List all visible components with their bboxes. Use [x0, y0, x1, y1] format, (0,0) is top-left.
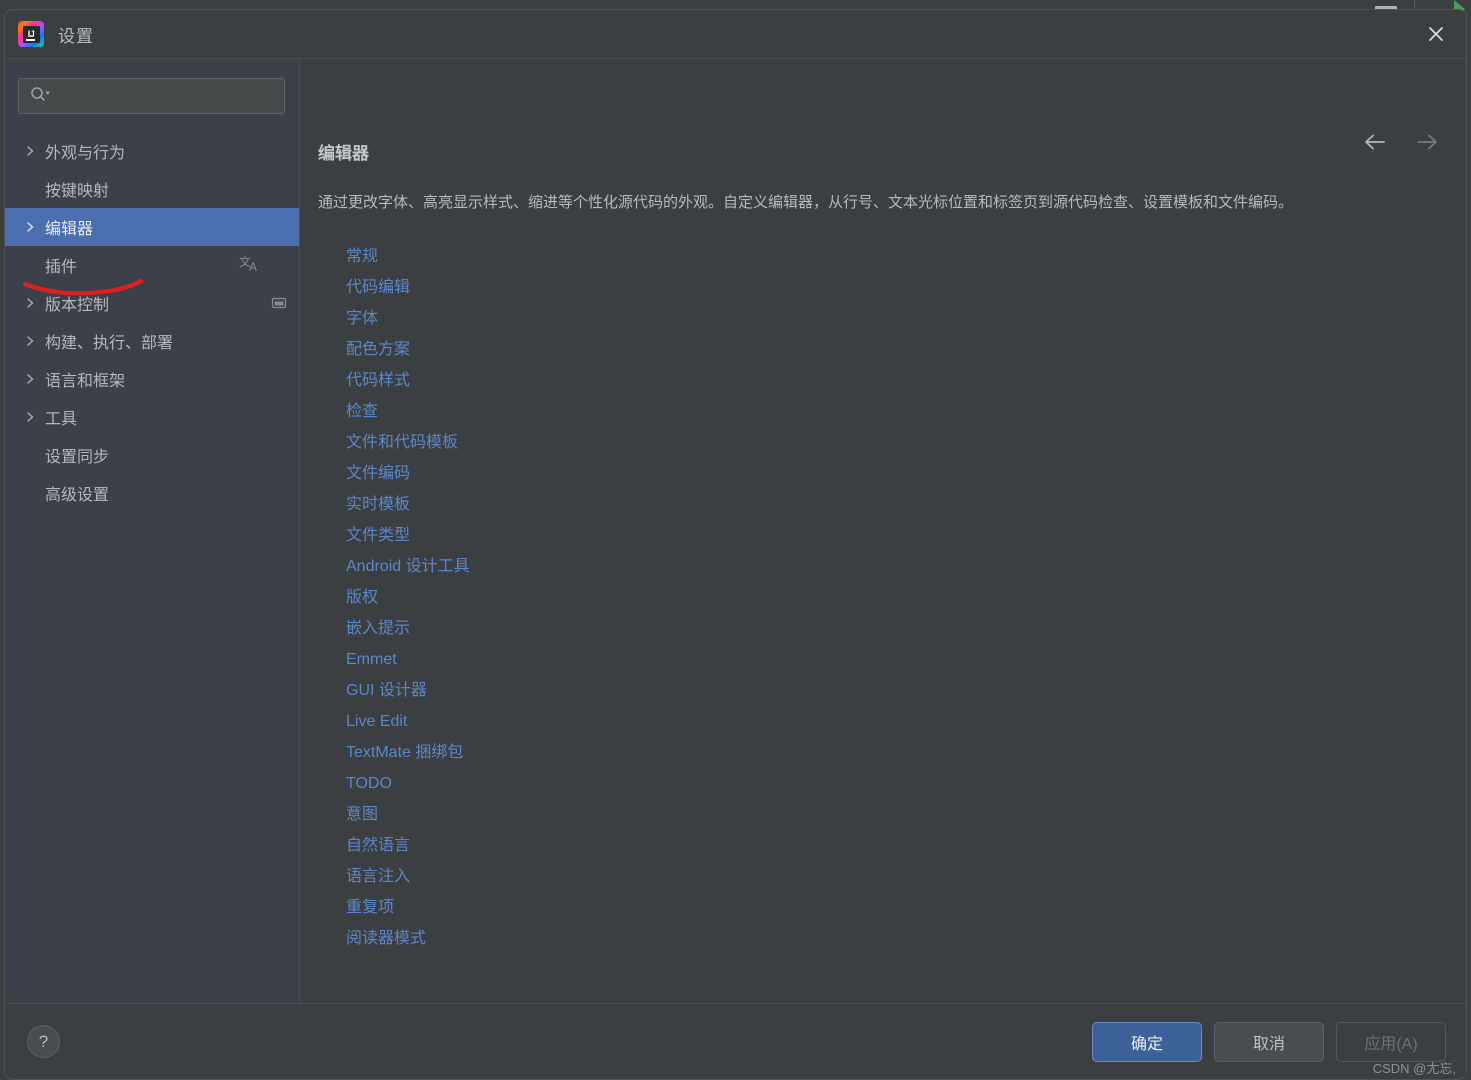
chevron-right-icon: [25, 410, 45, 424]
settings-link-android-design-tools[interactable]: Android 设计工具: [346, 551, 470, 582]
footer-button-group: 确定 取消 应用(A): [1092, 1021, 1446, 1062]
sidebar-item-label: 编辑器: [45, 221, 94, 238]
translate-icon: 文 A: [239, 254, 261, 276]
settings-link-duplicates[interactable]: 重复项: [346, 892, 394, 923]
settings-link-color-scheme[interactable]: 配色方案: [346, 334, 410, 365]
page-title: 编辑器: [318, 144, 369, 163]
settings-link-live-edit[interactable]: Live Edit: [346, 706, 407, 737]
sidebar-item-settings-sync[interactable]: 设置同步: [5, 436, 299, 474]
settings-link-natural-languages[interactable]: 自然语言: [346, 830, 410, 861]
chevron-right-icon: [25, 220, 45, 234]
settings-sidebar: 外观与行为 按键映射 编辑器 插件 文 A 版本控制 构建、执行、部署 语言和框…: [5, 59, 300, 1003]
navigation-buttons: [1362, 129, 1440, 155]
settings-link-copyright[interactable]: 版权: [346, 582, 378, 613]
sidebar-item-keymap[interactable]: 按键映射: [5, 170, 299, 208]
cancel-button[interactable]: 取消: [1214, 1021, 1324, 1062]
sidebar-item-label: 版本控制: [45, 297, 110, 314]
settings-link-font[interactable]: 字体: [346, 303, 378, 334]
sidebar-item-build-execution-deployment[interactable]: 构建、执行、部署: [5, 322, 299, 360]
dialog-footer: ? 确定 取消 应用(A) CSDN @尢忘,: [5, 1003, 1466, 1079]
settings-link-code-style[interactable]: 代码样式: [346, 365, 410, 396]
settings-link-code-editing[interactable]: 代码编辑: [346, 272, 410, 303]
settings-link-intentions[interactable]: 意图: [346, 799, 378, 830]
sidebar-item-version-control[interactable]: 版本控制: [5, 284, 299, 322]
settings-link-emmet[interactable]: Emmet: [346, 644, 397, 675]
search-icon: [29, 86, 51, 107]
settings-link-gui-designer[interactable]: GUI 设计器: [346, 675, 427, 706]
sidebar-item-advanced-settings[interactable]: 高级设置: [5, 474, 299, 512]
search-field[interactable]: [18, 78, 285, 114]
sidebar-item-label: 设置同步: [45, 449, 110, 466]
settings-link-file-code-templates[interactable]: 文件和代码模板: [346, 427, 458, 458]
chevron-right-icon: [25, 144, 45, 158]
settings-link-file-types[interactable]: 文件类型: [346, 520, 410, 551]
arrow-right-icon[interactable]: [1414, 129, 1440, 155]
dialog-body: 外观与行为 按键映射 编辑器 插件 文 A 版本控制 构建、执行、部署 语言和框…: [5, 59, 1466, 1003]
help-icon[interactable]: ?: [27, 1025, 60, 1058]
svg-text:A: A: [249, 260, 257, 274]
dialog-title-bar: IJ 设置: [5, 10, 1466, 59]
sidebar-item-label: 按键映射: [45, 183, 110, 200]
page-description: 通过更改字体、高亮显示样式、缩进等个性化源代码的外观。自定义编辑器，从行号、文本…: [318, 194, 1294, 211]
intellij-logo-glyph: IJ: [22, 25, 40, 43]
chevron-right-icon: [25, 372, 45, 386]
settings-link-language-injections[interactable]: 语言注入: [346, 861, 410, 892]
sidebar-item-label: 外观与行为: [45, 145, 126, 162]
sidebar-item-editor[interactable]: 编辑器: [5, 208, 299, 246]
settings-link-general[interactable]: 常规: [346, 241, 378, 272]
settings-link-live-templates[interactable]: 实时模板: [346, 489, 410, 520]
sidebar-item-label: 插件: [45, 259, 78, 276]
ok-button[interactable]: 确定: [1092, 1021, 1202, 1062]
sidebar-item-languages-frameworks[interactable]: 语言和框架: [5, 360, 299, 398]
apply-button: 应用(A): [1336, 1021, 1446, 1062]
settings-dialog: IJ 设置 外观与行为 按键映射 编辑器 插件 文 A 版本控制 构建、执行、部…: [4, 9, 1467, 1080]
settings-link-inlay-hints[interactable]: 嵌入提示: [346, 613, 410, 644]
sidebar-item-plugins[interactable]: 插件 文 A: [5, 246, 299, 284]
settings-link-inspections[interactable]: 检查: [346, 396, 378, 427]
close-icon[interactable]: [1416, 14, 1456, 54]
settings-link-file-encodings[interactable]: 文件编码: [346, 458, 410, 489]
sidebar-item-appearance-behavior[interactable]: 外观与行为: [5, 132, 299, 170]
sidebar-item-label: 工具: [45, 411, 78, 428]
sidebar-item-label: 语言和框架: [45, 373, 126, 390]
search-input[interactable]: [51, 88, 284, 104]
arrow-left-icon[interactable]: [1362, 129, 1388, 155]
intellij-logo-icon: IJ: [18, 21, 44, 47]
window-icon: [271, 296, 287, 310]
sidebar-item-label: 构建、执行、部署: [45, 335, 174, 352]
sidebar-item-tools[interactable]: 工具: [5, 398, 299, 436]
chevron-right-icon: [25, 334, 45, 348]
settings-link-reader-mode[interactable]: 阅读器模式: [346, 923, 426, 954]
settings-link-list: 常规 代码编辑 字体 配色方案 代码样式 检查 文件和代码模板 文件编码 实时模…: [346, 241, 1436, 954]
settings-content-pane: 编辑器 通过更改字体、高亮显示样式、缩进等个性化源代码的外观。自定义编辑器，从行…: [300, 59, 1466, 1003]
settings-link-todo[interactable]: TODO: [346, 768, 392, 799]
sidebar-tree: 外观与行为 按键映射 编辑器 插件 文 A 版本控制 构建、执行、部署 语言和框…: [5, 132, 299, 512]
dialog-title: 设置: [58, 26, 94, 46]
sidebar-item-label: 高级设置: [45, 487, 110, 504]
settings-link-textmate-bundles[interactable]: TextMate 捆绑包: [346, 737, 463, 768]
chevron-right-icon: [25, 296, 45, 310]
